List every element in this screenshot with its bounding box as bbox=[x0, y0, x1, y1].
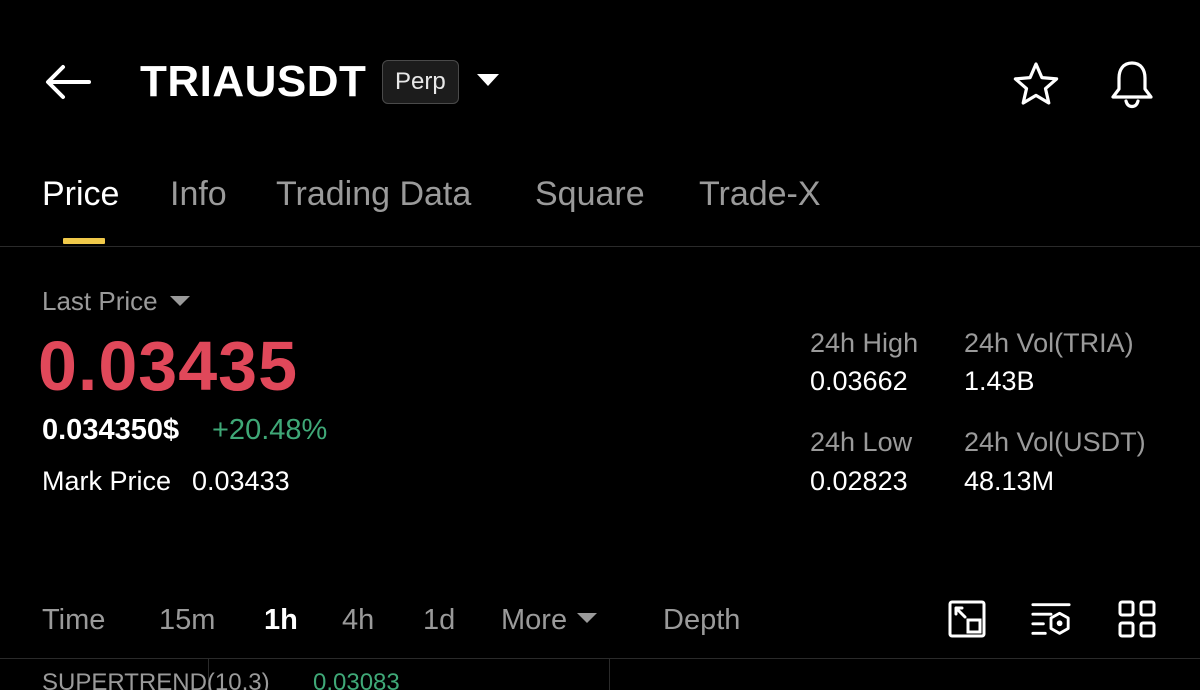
caret-down-icon bbox=[169, 296, 190, 306]
tab-square[interactable]: Square bbox=[535, 172, 645, 216]
indicator-settings-icon bbox=[1031, 603, 1071, 635]
usd-price-value: 0.034350$ bbox=[42, 414, 180, 446]
interval-1h[interactable]: 1h bbox=[264, 602, 298, 638]
interval-4h[interactable]: 4h bbox=[342, 602, 374, 638]
last-price-selector[interactable]: Last Price bbox=[42, 284, 190, 318]
back-button[interactable] bbox=[40, 58, 96, 106]
vol-tria-24h-value: 1.43B bbox=[964, 366, 1035, 396]
vol-usdt-24h-value: 48.13M bbox=[964, 466, 1055, 496]
interval-time[interactable]: Time bbox=[42, 602, 105, 638]
chart-gridline bbox=[609, 659, 610, 690]
market-detail-page: TRIAUSDT Perp Price Info Trading Data Sq… bbox=[0, 0, 1200, 690]
supertrend-indicator-label: SUPERTREND(10,3) bbox=[42, 669, 270, 690]
tab-price[interactable]: Price bbox=[42, 172, 119, 216]
indicator-settings-button[interactable] bbox=[1030, 598, 1072, 640]
active-tab-indicator bbox=[63, 238, 105, 244]
interval-1d[interactable]: 1d bbox=[423, 602, 455, 638]
interval-more-label: More bbox=[501, 604, 568, 636]
low-24h-label: 24h Low bbox=[810, 427, 913, 457]
layout-grid-button[interactable] bbox=[1116, 598, 1158, 640]
vol-usdt-24h-label: 24h Vol(USDT) bbox=[964, 427, 1146, 457]
last-price-value: 0.03435 bbox=[38, 327, 299, 405]
tab-trade-x[interactable]: Trade-X bbox=[699, 172, 821, 216]
high-24h-value: 0.03662 bbox=[810, 366, 908, 396]
depth-tab[interactable]: Depth bbox=[663, 602, 740, 638]
interval-15m[interactable]: 15m bbox=[159, 602, 215, 638]
header: TRIAUSDT Perp bbox=[0, 0, 1200, 160]
symbol-title[interactable]: TRIAUSDT bbox=[140, 56, 366, 108]
interval-more-dropdown[interactable]: More bbox=[501, 602, 598, 638]
grid-layout-icon bbox=[1118, 600, 1156, 638]
caret-down-icon bbox=[477, 74, 499, 86]
vol-tria-24h-label: 24h Vol(TRIA) bbox=[964, 328, 1134, 358]
last-price-label: Last Price bbox=[42, 286, 158, 316]
price-alert-button[interactable] bbox=[1104, 56, 1160, 112]
tab-info[interactable]: Info bbox=[170, 172, 227, 216]
caret-down-icon bbox=[577, 613, 598, 624]
star-icon bbox=[1013, 62, 1059, 105]
favorite-button[interactable] bbox=[1010, 58, 1062, 110]
arrow-left-icon bbox=[46, 65, 91, 99]
low-24h-value: 0.02823 bbox=[810, 466, 908, 496]
price-change-percent: +20.48% bbox=[212, 414, 328, 446]
fullscreen-chart-icon bbox=[948, 600, 986, 638]
bell-icon bbox=[1111, 61, 1153, 109]
mark-price-value: 0.03433 bbox=[192, 466, 290, 496]
detail-tabs: Price Info Trading Data Square Trade-X bbox=[0, 160, 1200, 247]
supertrend-indicator-value: 0.03083 bbox=[313, 669, 400, 690]
tab-trading-data[interactable]: Trading Data bbox=[276, 172, 471, 216]
fullscreen-chart-button[interactable] bbox=[946, 598, 988, 640]
chart-top-divider bbox=[0, 658, 1200, 659]
symbol-dropdown-button[interactable] bbox=[470, 62, 506, 98]
contract-type-badge: Perp bbox=[382, 60, 459, 104]
high-24h-label: 24h High bbox=[810, 328, 919, 358]
mark-price-label: Mark Price bbox=[42, 466, 172, 496]
